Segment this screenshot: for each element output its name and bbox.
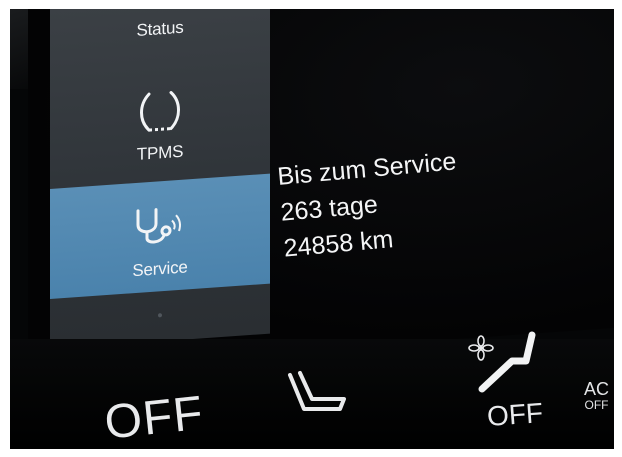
sidebar-item-status[interactable]: Status [50,9,270,69]
seat-ventilation-icon[interactable] [472,327,542,397]
climate-bar: OFF OFF AC OFF [10,331,614,449]
seat-heating-icon[interactable] [282,369,352,429]
tire-pressure-icon [140,91,180,132]
sidebar-item-label: Status [136,17,184,40]
fan-off-button[interactable]: OFF [486,397,544,433]
ac-label: AC [584,379,610,399]
ac-status: OFF [584,398,609,412]
sidebar-item-service[interactable]: Service [50,173,270,299]
dashboard-photo: Status TPMS Service Bis zum Service 263 [10,9,614,449]
sidebar-item-label: Service [132,257,188,281]
ac-button[interactable]: AC OFF [584,379,610,413]
sidebar-item-label: TPMS [136,141,184,164]
sidebar: Status TPMS Service [50,9,270,350]
stethoscope-icon [136,208,181,244]
temperature-off-button[interactable]: OFF [102,386,206,449]
sidebar-item-tpms[interactable]: TPMS [50,64,270,189]
service-info: Bis zum Service 263 tage 24858 km [276,143,464,266]
page-indicator-dot [158,313,162,318]
